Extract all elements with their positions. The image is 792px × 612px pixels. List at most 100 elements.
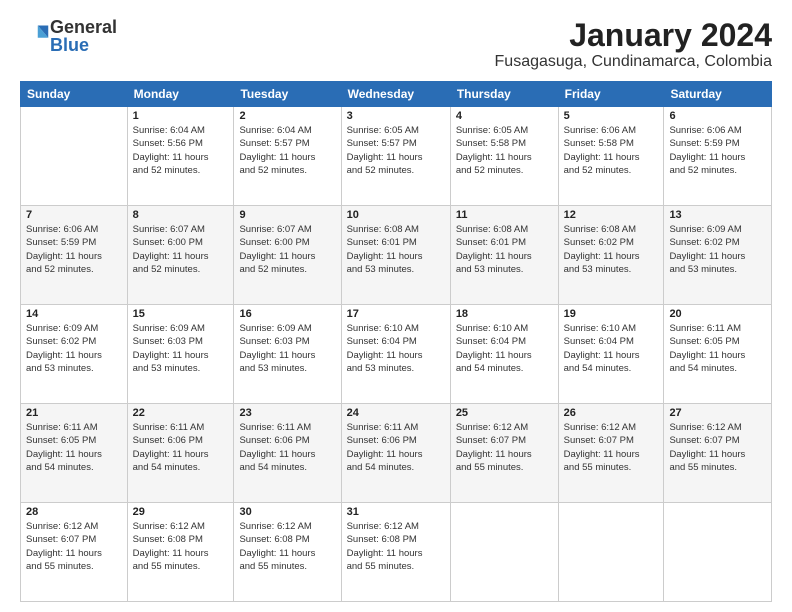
day-info: Sunrise: 6:11 AMSunset: 6:06 PMDaylight:… [133, 421, 229, 474]
calendar-cell: 6 Sunrise: 6:06 AMSunset: 5:59 PMDaylight… [664, 107, 772, 206]
day-info: Sunrise: 6:11 AMSunset: 6:06 PMDaylight:… [239, 421, 335, 474]
calendar-cell: 14Sunrise: 6:09 AMSunset: 6:02 PMDayligh… [21, 305, 128, 404]
day-info: Sunrise: 6:12 AMSunset: 6:08 PMDaylight:… [239, 520, 335, 573]
calendar-cell: 31 Sunrise: 6:12 AMSunset: 6:08 PMDayligh… [341, 503, 450, 602]
calendar-table: Sunday Monday Tuesday Wednesday Thursday… [20, 81, 772, 602]
day-number: 21 [26, 407, 122, 419]
day-number: 6 [669, 110, 766, 122]
day-info: Sunrise: 6:09 AMSunset: 6:03 PMDaylight:… [239, 322, 335, 375]
day-info: Sunrise: 6:05 AMSunset: 5:57 PMDaylight:… [347, 124, 445, 177]
logo-icon [22, 22, 50, 50]
day-number: 20 [669, 308, 766, 320]
calendar-cell: 9 Sunrise: 6:07 AMSunset: 6:00 PMDaylight… [234, 206, 341, 305]
week-row-1: 1Sunrise: 6:04 AMSunset: 5:56 PMDaylight… [21, 107, 772, 206]
day-info: Sunrise: 6:11 AMSunset: 6:05 PMDaylight:… [669, 322, 766, 375]
day-number: 11 [456, 209, 553, 221]
header: General Blue January 2024 Fusagasuga, Cu… [20, 18, 772, 71]
day-info: Sunrise: 6:10 AMSunset: 6:04 PMDaylight:… [564, 322, 659, 375]
col-saturday: Saturday [664, 82, 772, 107]
day-info: Sunrise: 6:10 AMSunset: 6:04 PMDaylight:… [456, 322, 553, 375]
calendar-cell: 8Sunrise: 6:07 AMSunset: 6:00 PMDaylight… [127, 206, 234, 305]
day-info: Sunrise: 6:06 AMSunset: 5:59 PMDaylight:… [26, 223, 122, 276]
week-row-2: 7Sunrise: 6:06 AMSunset: 5:59 PMDaylight… [21, 206, 772, 305]
calendar-cell: 24 Sunrise: 6:11 AMSunset: 6:06 PMDayligh… [341, 404, 450, 503]
calendar-cell: 5Sunrise: 6:06 AMSunset: 5:58 PMDaylight… [558, 107, 664, 206]
calendar-cell: 20 Sunrise: 6:11 AMSunset: 6:05 PMDayligh… [664, 305, 772, 404]
day-info: Sunrise: 6:09 AMSunset: 6:03 PMDaylight:… [133, 322, 229, 375]
header-row: Sunday Monday Tuesday Wednesday Thursday… [21, 82, 772, 107]
logo-blue-text: Blue [50, 36, 117, 54]
day-number: 29 [133, 506, 229, 518]
calendar-cell [664, 503, 772, 602]
day-number: 30 [239, 506, 335, 518]
calendar-cell: 23 Sunrise: 6:11 AMSunset: 6:06 PMDayligh… [234, 404, 341, 503]
day-number: 12 [564, 209, 659, 221]
calendar-cell: 25 Sunrise: 6:12 AMSunset: 6:07 PMDayligh… [450, 404, 558, 503]
day-info: Sunrise: 6:09 AMSunset: 6:02 PMDaylight:… [669, 223, 766, 276]
day-info: Sunrise: 6:08 AMSunset: 6:02 PMDaylight:… [564, 223, 659, 276]
day-number: 16 [239, 308, 335, 320]
day-number: 28 [26, 506, 122, 518]
day-info: Sunrise: 6:08 AMSunset: 6:01 PMDaylight:… [456, 223, 553, 276]
calendar-cell: 26 Sunrise: 6:12 AMSunset: 6:07 PMDayligh… [558, 404, 664, 503]
calendar-cell: 15 Sunrise: 6:09 AMSunset: 6:03 PMDayligh… [127, 305, 234, 404]
calendar-cell: 4 Sunrise: 6:05 AMSunset: 5:58 PMDaylight… [450, 107, 558, 206]
calendar-cell: 16 Sunrise: 6:09 AMSunset: 6:03 PMDayligh… [234, 305, 341, 404]
col-sunday: Sunday [21, 82, 128, 107]
day-number: 26 [564, 407, 659, 419]
day-info: Sunrise: 6:12 AMSunset: 6:07 PMDaylight:… [456, 421, 553, 474]
week-row-5: 28Sunrise: 6:12 AMSunset: 6:07 PMDayligh… [21, 503, 772, 602]
day-number: 4 [456, 110, 553, 122]
day-info: Sunrise: 6:05 AMSunset: 5:58 PMDaylight:… [456, 124, 553, 177]
day-number: 9 [239, 209, 335, 221]
logo-text: General Blue [50, 18, 117, 54]
day-number: 13 [669, 209, 766, 221]
day-info: Sunrise: 6:07 AMSunset: 6:00 PMDaylight:… [239, 223, 335, 276]
logo-area: General Blue [20, 18, 117, 54]
day-number: 15 [133, 308, 229, 320]
calendar-cell: 17 Sunrise: 6:10 AMSunset: 6:04 PMDayligh… [341, 305, 450, 404]
day-number: 10 [347, 209, 445, 221]
calendar-cell [450, 503, 558, 602]
week-row-3: 14Sunrise: 6:09 AMSunset: 6:02 PMDayligh… [21, 305, 772, 404]
calendar-cell: 30 Sunrise: 6:12 AMSunset: 6:08 PMDayligh… [234, 503, 341, 602]
day-info: Sunrise: 6:07 AMSunset: 6:00 PMDaylight:… [133, 223, 229, 276]
day-number: 1 [133, 110, 229, 122]
calendar-cell: 10 Sunrise: 6:08 AMSunset: 6:01 PMDayligh… [341, 206, 450, 305]
day-number: 17 [347, 308, 445, 320]
calendar-cell: 1Sunrise: 6:04 AMSunset: 5:56 PMDaylight… [127, 107, 234, 206]
col-tuesday: Tuesday [234, 82, 341, 107]
week-row-4: 21 Sunrise: 6:11 AMSunset: 6:05 PMDayligh… [21, 404, 772, 503]
day-info: Sunrise: 6:11 AMSunset: 6:05 PMDaylight:… [26, 421, 122, 474]
day-number: 14 [26, 308, 122, 320]
calendar-cell: 21 Sunrise: 6:11 AMSunset: 6:05 PMDayligh… [21, 404, 128, 503]
day-info: Sunrise: 6:11 AMSunset: 6:06 PMDaylight:… [347, 421, 445, 474]
day-number: 31 [347, 506, 445, 518]
col-monday: Monday [127, 82, 234, 107]
day-info: Sunrise: 6:12 AMSunset: 6:08 PMDaylight:… [347, 520, 445, 573]
calendar-cell: 7Sunrise: 6:06 AMSunset: 5:59 PMDaylight… [21, 206, 128, 305]
title-area: January 2024 Fusagasuga, Cundinamarca, C… [495, 18, 772, 71]
logo-general-text: General [50, 18, 117, 36]
calendar-cell: 12 Sunrise: 6:08 AMSunset: 6:02 PMDayligh… [558, 206, 664, 305]
day-info: Sunrise: 6:04 AMSunset: 5:57 PMDaylight:… [239, 124, 335, 177]
day-info: Sunrise: 6:12 AMSunset: 6:07 PMDaylight:… [564, 421, 659, 474]
day-number: 18 [456, 308, 553, 320]
day-number: 23 [239, 407, 335, 419]
calendar-cell: 22Sunrise: 6:11 AMSunset: 6:06 PMDayligh… [127, 404, 234, 503]
calendar-cell: 19Sunrise: 6:10 AMSunset: 6:04 PMDayligh… [558, 305, 664, 404]
day-number: 27 [669, 407, 766, 419]
col-thursday: Thursday [450, 82, 558, 107]
day-number: 3 [347, 110, 445, 122]
day-info: Sunrise: 6:10 AMSunset: 6:04 PMDaylight:… [347, 322, 445, 375]
calendar-cell: 27 Sunrise: 6:12 AMSunset: 6:07 PMDayligh… [664, 404, 772, 503]
calendar-page: General Blue January 2024 Fusagasuga, Cu… [0, 0, 792, 612]
day-number: 2 [239, 110, 335, 122]
day-info: Sunrise: 6:08 AMSunset: 6:01 PMDaylight:… [347, 223, 445, 276]
day-number: 25 [456, 407, 553, 419]
day-info: Sunrise: 6:06 AMSunset: 5:59 PMDaylight:… [669, 124, 766, 177]
calendar-cell: 13 Sunrise: 6:09 AMSunset: 6:02 PMDayligh… [664, 206, 772, 305]
calendar-cell: 11 Sunrise: 6:08 AMSunset: 6:01 PMDayligh… [450, 206, 558, 305]
day-info: Sunrise: 6:12 AMSunset: 6:07 PMDaylight:… [669, 421, 766, 474]
day-number: 24 [347, 407, 445, 419]
